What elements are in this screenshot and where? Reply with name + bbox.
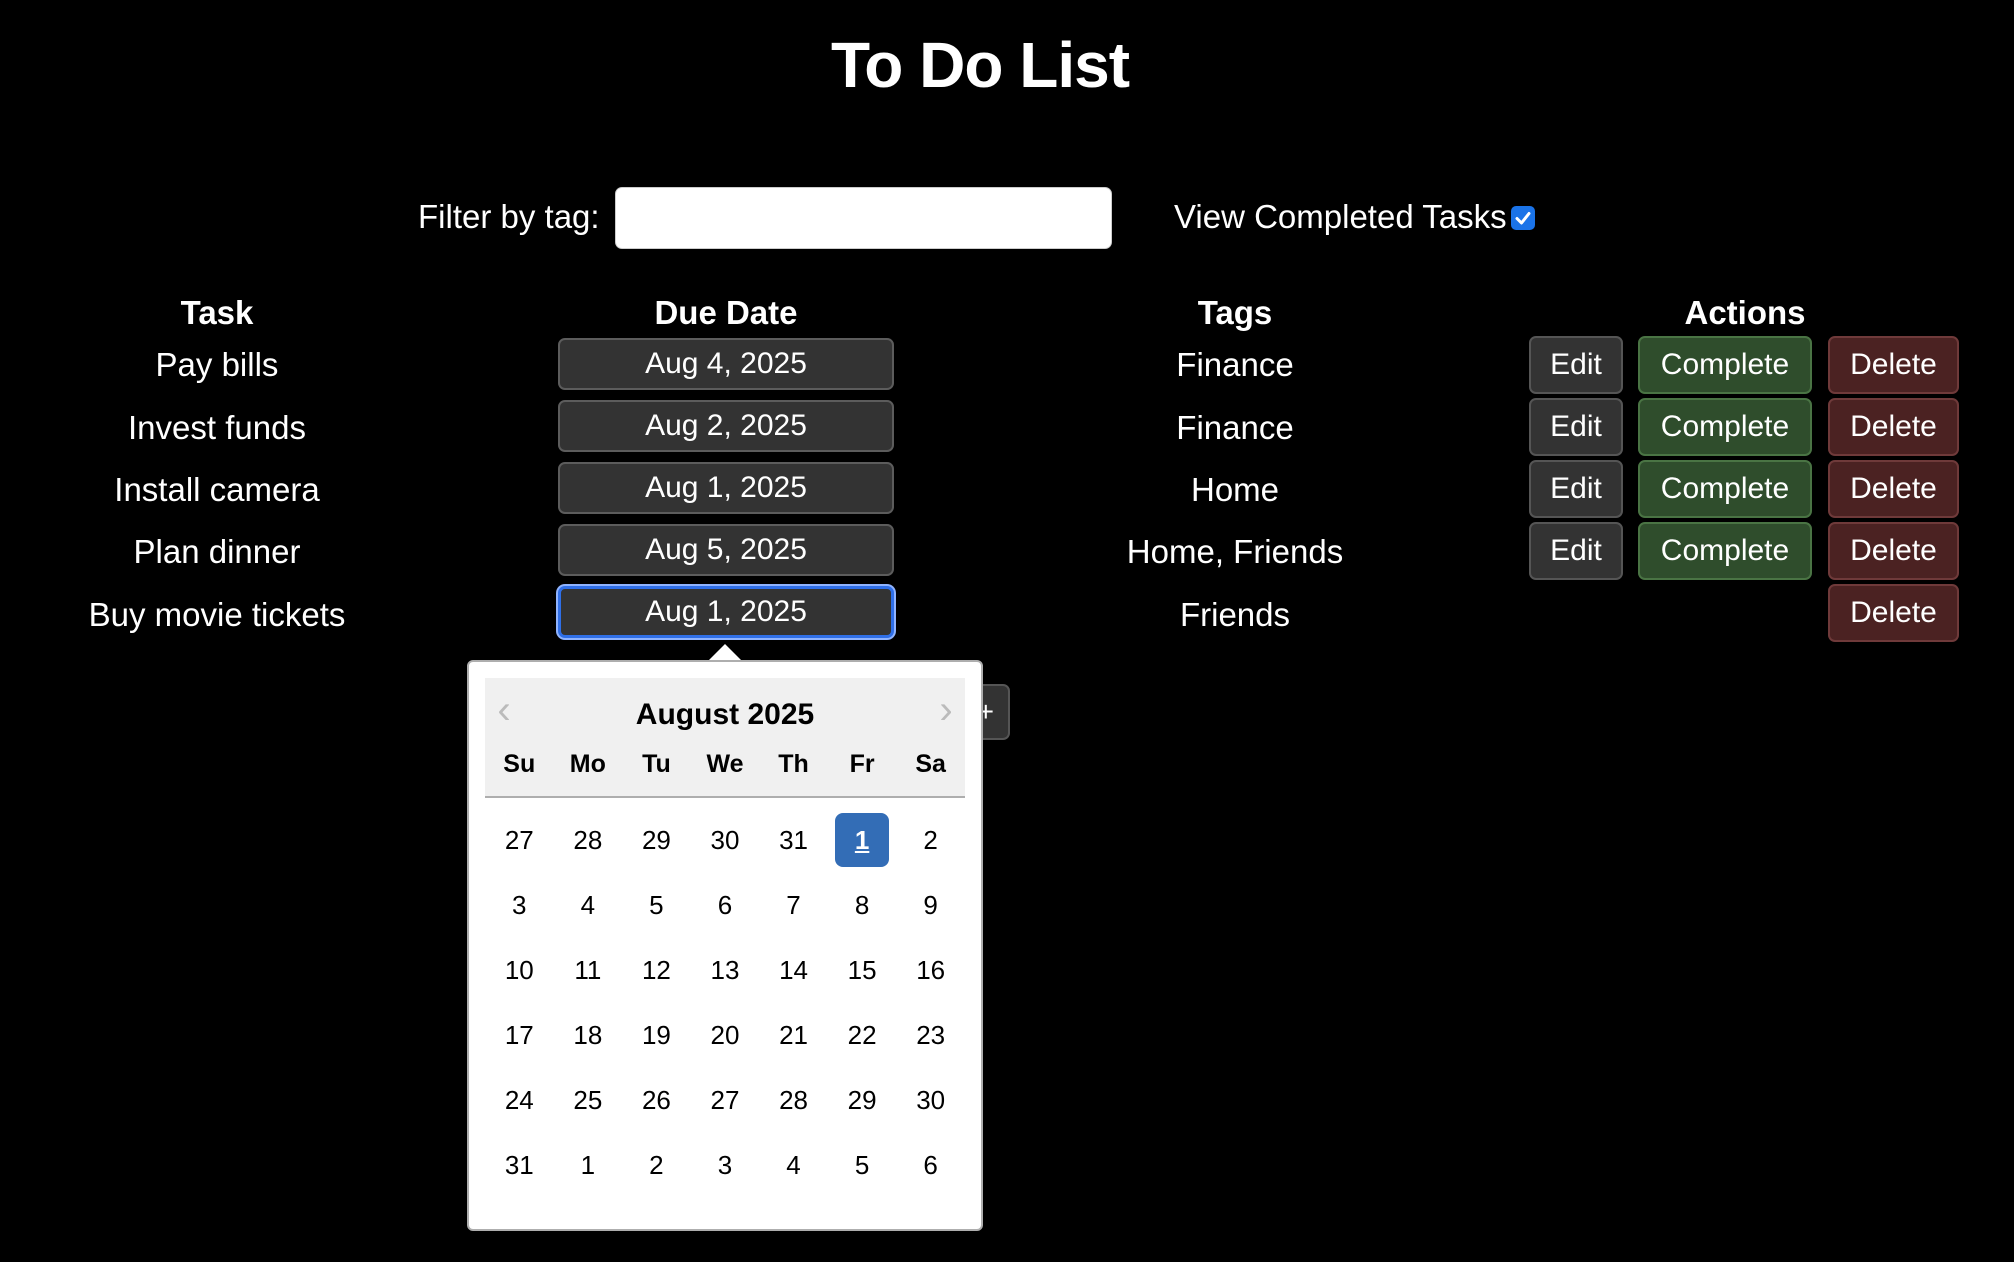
calendar-day[interactable]: 15 bbox=[835, 943, 889, 997]
weekday-label: Fr bbox=[849, 750, 875, 778]
task-name: Buy movie tickets bbox=[88, 596, 346, 633]
weekday-label: Tu bbox=[642, 750, 671, 778]
calendar-header: ‹ August 2025 › Su Mo Tu We Th Fr Sa bbox=[485, 678, 965, 798]
calendar-day[interactable]: 20 bbox=[698, 1008, 752, 1062]
complete-button[interactable]: Complete bbox=[1638, 336, 1812, 394]
edit-button[interactable]: Edit bbox=[1529, 522, 1623, 580]
todo-page: To Do List Filter by tag: View Completed… bbox=[0, 0, 2014, 1262]
weekday-label: Sa bbox=[915, 750, 946, 778]
edit-button[interactable]: Edit bbox=[1529, 460, 1623, 518]
calendar-day[interactable]: 3 bbox=[698, 1138, 752, 1192]
task-name: Plan dinner bbox=[133, 533, 301, 570]
calendar-day[interactable]: 4 bbox=[767, 1138, 821, 1192]
calendar-day[interactable]: 21 bbox=[767, 1008, 821, 1062]
chevron-right-icon[interactable]: › bbox=[931, 690, 961, 732]
filter-label: Filter by tag: bbox=[418, 198, 600, 235]
task-name: Pay bills bbox=[155, 346, 279, 383]
calendar-day[interactable]: 2 bbox=[904, 813, 958, 867]
complete-button[interactable]: Complete bbox=[1638, 460, 1812, 518]
calendar-day[interactable]: 7 bbox=[767, 878, 821, 932]
column-header-actions: Actions bbox=[1684, 294, 1806, 331]
calendar-day[interactable]: 1 bbox=[561, 1138, 615, 1192]
due-date-picker[interactable]: Aug 1, 2025 bbox=[558, 586, 894, 638]
calendar-day[interactable]: 31 bbox=[492, 1138, 546, 1192]
calendar-day[interactable]: 31 bbox=[767, 813, 821, 867]
calendar-day[interactable]: 24 bbox=[492, 1073, 546, 1127]
complete-button[interactable]: Complete bbox=[1638, 398, 1812, 456]
due-date-picker[interactable]: Aug 2, 2025 bbox=[558, 400, 894, 452]
calendar-day[interactable]: 4 bbox=[561, 878, 615, 932]
task-tags: Finance bbox=[1176, 346, 1294, 383]
calendar-day[interactable]: 28 bbox=[561, 813, 615, 867]
calendar-day[interactable]: 8 bbox=[835, 878, 889, 932]
date-picker-calendar: ‹ August 2025 › Su Mo Tu We Th Fr Sa 27 2… bbox=[467, 660, 983, 1231]
task-name: Install camera bbox=[114, 471, 320, 508]
view-completed-checkbox[interactable] bbox=[1511, 206, 1535, 230]
edit-button[interactable]: Edit bbox=[1529, 336, 1623, 394]
calendar-day[interactable]: 10 bbox=[492, 943, 546, 997]
complete-button[interactable]: Complete bbox=[1638, 522, 1812, 580]
delete-button[interactable]: Delete bbox=[1828, 398, 1959, 456]
calendar-day[interactable]: 22 bbox=[835, 1008, 889, 1062]
column-header-due-date: Due Date bbox=[654, 294, 798, 331]
calendar-day[interactable]: 18 bbox=[561, 1008, 615, 1062]
calendar-day[interactable]: 29 bbox=[629, 813, 683, 867]
calendar-day[interactable]: 9 bbox=[904, 878, 958, 932]
column-header-tags: Tags bbox=[1197, 294, 1273, 331]
calendar-day[interactable]: 23 bbox=[904, 1008, 958, 1062]
calendar-day[interactable]: 5 bbox=[835, 1138, 889, 1192]
calendar-day[interactable]: 27 bbox=[698, 1073, 752, 1127]
weekday-label: Th bbox=[778, 750, 809, 778]
view-completed-label: View Completed Tasks bbox=[1174, 198, 1507, 235]
calendar-day[interactable]: 11 bbox=[561, 943, 615, 997]
delete-button[interactable]: Delete bbox=[1828, 584, 1959, 642]
calendar-day[interactable]: 30 bbox=[698, 813, 752, 867]
page-title: To Do List bbox=[830, 29, 1130, 101]
calendar-day[interactable]: 19 bbox=[629, 1008, 683, 1062]
calendar-day[interactable]: 29 bbox=[835, 1073, 889, 1127]
calendar-day[interactable]: 17 bbox=[492, 1008, 546, 1062]
delete-button[interactable]: Delete bbox=[1828, 336, 1959, 394]
calendar-day[interactable]: 12 bbox=[629, 943, 683, 997]
weekday-label: Su bbox=[503, 750, 536, 778]
calendar-day[interactable]: 6 bbox=[904, 1138, 958, 1192]
delete-button[interactable]: Delete bbox=[1828, 522, 1959, 580]
weekday-label: Mo bbox=[569, 750, 606, 778]
due-date-picker[interactable]: Aug 4, 2025 bbox=[558, 338, 894, 390]
calendar-day[interactable]: 25 bbox=[561, 1073, 615, 1127]
task-tags: Home, Friends bbox=[1126, 533, 1344, 570]
calendar-day[interactable]: 3 bbox=[492, 878, 546, 932]
filter-tag-input[interactable] bbox=[615, 187, 1112, 249]
delete-button[interactable]: Delete bbox=[1828, 460, 1959, 518]
due-date-picker[interactable]: Aug 1, 2025 bbox=[558, 462, 894, 514]
calendar-day[interactable]: 28 bbox=[767, 1073, 821, 1127]
task-tags: Home bbox=[1190, 471, 1280, 508]
calendar-day[interactable]: 13 bbox=[698, 943, 752, 997]
calendar-day[interactable]: 6 bbox=[698, 878, 752, 932]
calendar-day[interactable]: 1 bbox=[835, 813, 890, 867]
column-header-task: Task bbox=[180, 294, 254, 331]
calendar-day[interactable]: 14 bbox=[767, 943, 821, 997]
checkmark-icon bbox=[1515, 212, 1531, 225]
due-date-picker[interactable]: Aug 5, 2025 bbox=[558, 524, 894, 576]
calendar-day[interactable]: 30 bbox=[904, 1073, 958, 1127]
calendar-day[interactable]: 5 bbox=[629, 878, 683, 932]
calendar-day[interactable]: 27 bbox=[492, 813, 546, 867]
weekday-label: We bbox=[706, 750, 744, 778]
weekday-row: Su Mo Tu We Th Fr Sa bbox=[485, 750, 965, 779]
task-tags: Friends bbox=[1179, 596, 1291, 633]
task-tags: Finance bbox=[1176, 409, 1294, 446]
task-name: Invest funds bbox=[128, 409, 306, 446]
calendar-month-label: August 2025 bbox=[635, 698, 815, 731]
calendar-day-grid: 27 28 29 30 31 1 2 3 4 5 6 7 8 9 10 11 12 13 14 15 16 17 18 19 2… bbox=[485, 813, 965, 1192]
calendar-day[interactable]: 16 bbox=[904, 943, 958, 997]
calendar-day[interactable]: 2 bbox=[629, 1138, 683, 1192]
edit-button[interactable]: Edit bbox=[1529, 398, 1623, 456]
calendar-day[interactable]: 26 bbox=[629, 1073, 683, 1127]
